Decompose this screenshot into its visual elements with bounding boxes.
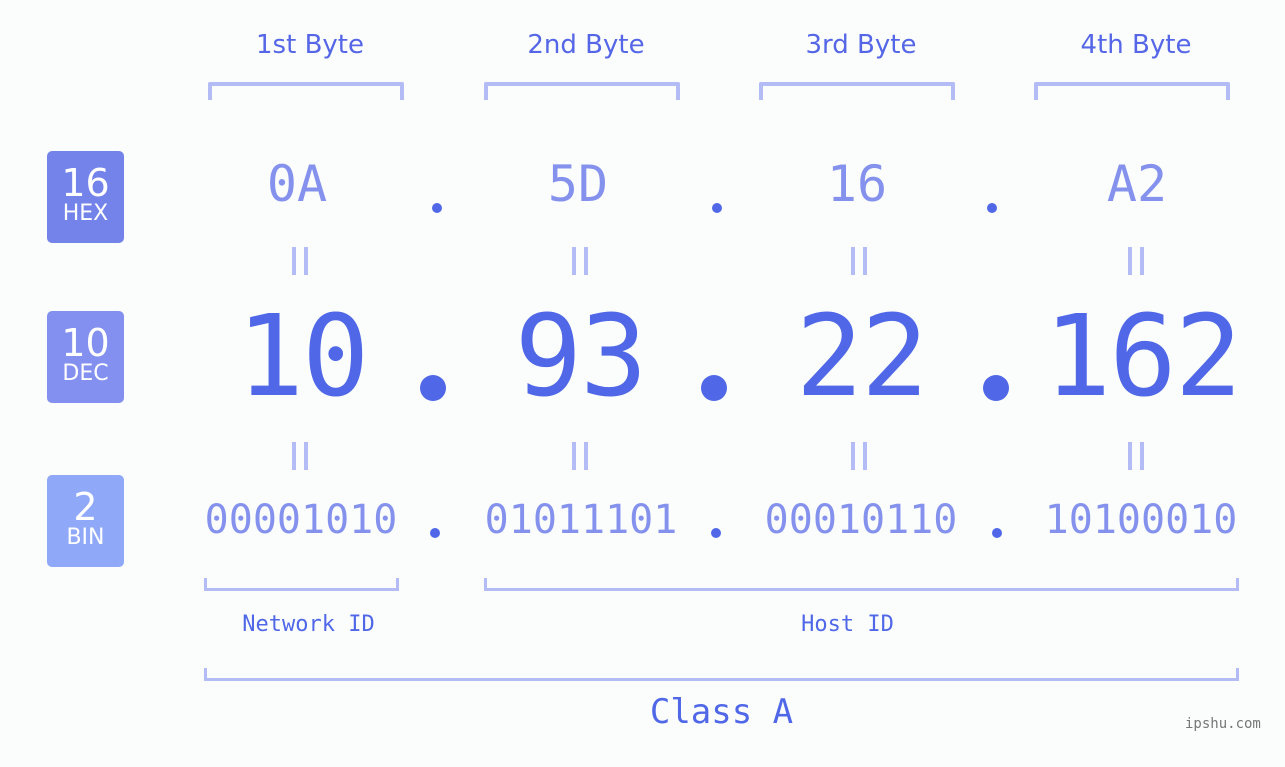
equals-icon (572, 247, 588, 275)
bin-value-2: 01011101 (484, 497, 678, 543)
bin-value-1: 00001010 (204, 497, 398, 543)
bin-separator-dot (992, 528, 1002, 538)
equals-icon (851, 247, 867, 275)
dec-separator-dot (701, 375, 727, 401)
equals-icon (1128, 247, 1144, 275)
byte-bracket-4 (1034, 82, 1230, 100)
byte-label-3: 3rd Byte (805, 30, 917, 60)
dec-value-3: 22 (795, 292, 929, 422)
byte-bracket-3 (759, 82, 955, 100)
bin-separator-dot (430, 528, 440, 538)
dec-value-1: 10 (236, 292, 370, 422)
hex-value-4: A2 (1106, 155, 1168, 213)
bin-value-4: 10100010 (1044, 497, 1238, 543)
hex-badge-number: 16 (61, 161, 110, 205)
equals-icon (572, 442, 588, 470)
bin-badge: 2 BIN (47, 475, 124, 567)
network-id-bracket (204, 578, 399, 591)
equals-icon (851, 442, 867, 470)
dec-separator-dot (420, 375, 446, 401)
ip-class-label: Class A (649, 692, 794, 732)
byte-bracket-1 (208, 82, 404, 100)
dec-value-2: 93 (514, 292, 648, 422)
dec-badge-label: DEC (62, 361, 109, 386)
host-id-label: Host ID (801, 612, 894, 637)
equals-icon (292, 247, 308, 275)
hex-separator-dot (712, 203, 722, 213)
hex-separator-dot (432, 203, 442, 213)
byte-label-4: 4th Byte (1080, 30, 1192, 60)
hex-value-2: 5D (547, 155, 609, 213)
equals-icon (292, 442, 308, 470)
bin-value-3: 00010110 (764, 497, 958, 543)
network-id-label: Network ID (242, 612, 375, 637)
hex-value-3: 16 (826, 155, 888, 213)
dec-badge-number: 10 (61, 321, 110, 365)
byte-label-2: 2nd Byte (527, 30, 645, 60)
byte-bracket-2 (484, 82, 680, 100)
class-bracket (204, 668, 1239, 681)
bin-badge-number: 2 (73, 485, 98, 529)
dec-separator-dot (983, 375, 1009, 401)
bin-separator-dot (711, 528, 721, 538)
dec-badge: 10 DEC (47, 311, 124, 403)
dec-value-4: 162 (1043, 292, 1242, 422)
hex-badge: 16 HEX (47, 151, 124, 243)
hex-value-1: 0A (266, 155, 328, 213)
equals-icon (1128, 442, 1144, 470)
bin-badge-label: BIN (66, 525, 105, 550)
hex-badge-label: HEX (62, 201, 109, 226)
watermark: ipshu.com (1185, 716, 1261, 732)
byte-label-1: 1st Byte (256, 30, 364, 60)
host-id-bracket (484, 578, 1239, 591)
hex-separator-dot (987, 203, 997, 213)
